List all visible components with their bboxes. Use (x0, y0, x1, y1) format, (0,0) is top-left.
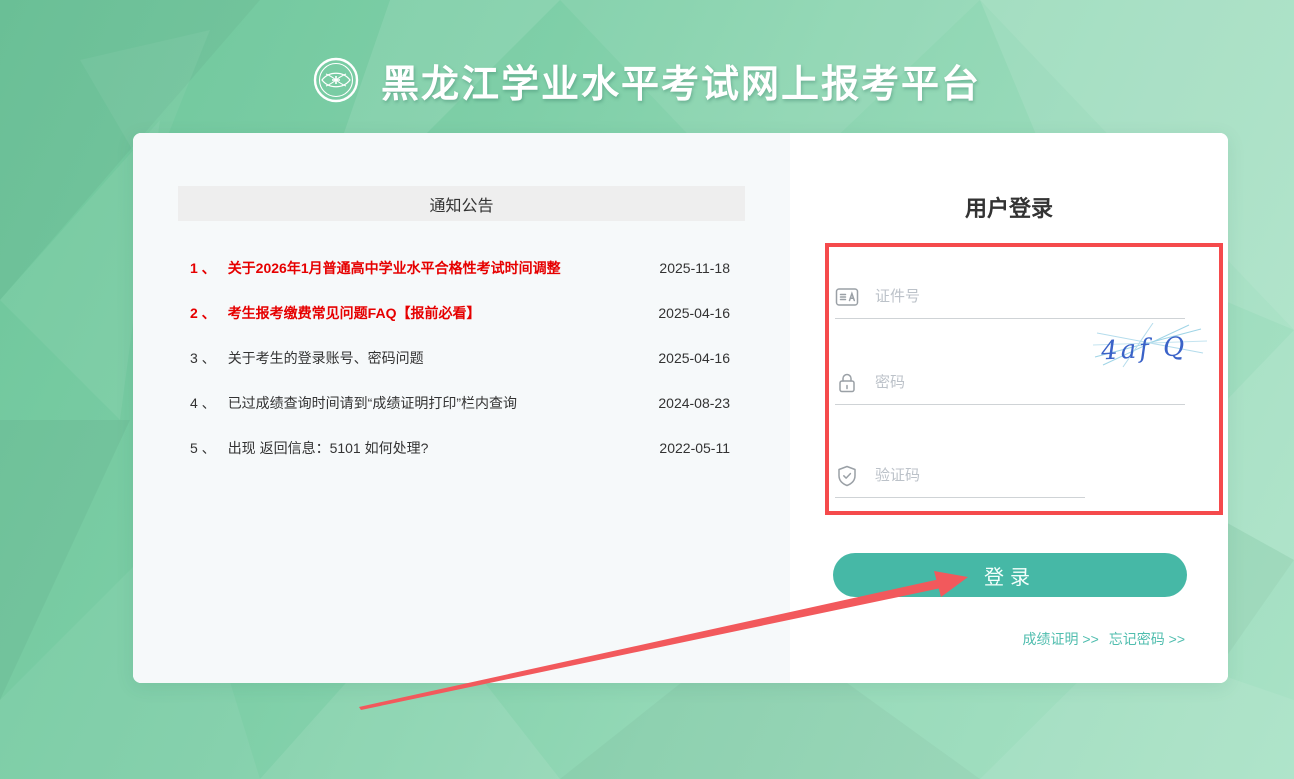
svg-text:4af Q: 4af Q (1099, 332, 1188, 367)
notice-link[interactable]: 已过成绩查询时间请到“成绩证明打印”栏内查询 (228, 393, 643, 413)
notice-date: 2025-04-16 (658, 350, 730, 366)
captcha-image[interactable]: 4af Q (1093, 323, 1207, 369)
login-title: 用户登录 (790, 191, 1228, 223)
notice-number: 1 、 (190, 258, 216, 278)
seal-emblem-icon (313, 57, 359, 103)
notice-link[interactable]: 出现 返回信息：5101 如何处理? (228, 438, 644, 458)
notice-date: 2022-05-11 (659, 440, 730, 456)
notice-row: 2 、 考生报考缴费常见问题FAQ【报前必看】 2025-04-16 (133, 290, 790, 335)
id-card-icon (835, 285, 859, 309)
login-panel: 用户登录 (790, 133, 1228, 683)
lock-icon (835, 371, 859, 395)
notice-number: 3 、 (190, 348, 216, 368)
certificate-field-row (835, 275, 1185, 319)
page-title: 黑龙江学业水平考试网上报考平台 (381, 53, 981, 108)
notice-link[interactable]: 关于考生的登录账号、密码问题 (228, 348, 643, 368)
notice-number: 5 、 (190, 438, 216, 458)
notice-panel: 通知公告 1 、 关于2026年1月普通高中学业水平合格性考试时间调整 2025… (133, 133, 790, 683)
input-underline (835, 318, 1185, 319)
notice-link[interactable]: 关于2026年1月普通高中学业水平合格性考试时间调整 (228, 258, 644, 278)
page-background: 黑龙江学业水平考试网上报考平台 通知公告 1 、 关于2026年1月普通高中学业… (0, 0, 1294, 779)
notice-date: 2024-08-23 (658, 395, 730, 411)
site-header: 黑龙江学业水平考试网上报考平台 (0, 54, 1294, 106)
forgot-password-link[interactable]: 忘记密码 >> (1109, 629, 1185, 649)
captcha-input[interactable] (875, 454, 1135, 496)
notice-row: 3 、 关于考生的登录账号、密码问题 2025-04-16 (133, 335, 790, 380)
captcha-field-row (835, 454, 1185, 498)
notice-list: 1 、 关于2026年1月普通高中学业水平合格性考试时间调整 2025-11-1… (133, 245, 790, 470)
notice-number: 4 、 (190, 393, 216, 413)
notice-row: 1 、 关于2026年1月普通高中学业水平合格性考试时间调整 2025-11-1… (133, 245, 790, 290)
shield-check-icon (835, 464, 859, 488)
notice-date: 2025-11-18 (659, 260, 730, 276)
login-links: 成绩证明 >> 忘记密码 >> (1023, 629, 1186, 649)
login-button[interactable]: 登录 (833, 553, 1187, 597)
notice-date: 2025-04-16 (658, 305, 730, 321)
input-underline (835, 404, 1185, 405)
notice-link[interactable]: 考生报考缴费常见问题FAQ【报前必看】 (228, 303, 643, 323)
notice-number: 2 、 (190, 303, 216, 323)
notice-row: 5 、 出现 返回信息：5101 如何处理? 2022-05-11 (133, 425, 790, 470)
certificate-input[interactable] (875, 275, 1135, 317)
score-certificate-link[interactable]: 成绩证明 >> (1023, 629, 1099, 649)
main-card: 通知公告 1 、 关于2026年1月普通高中学业水平合格性考试时间调整 2025… (133, 133, 1228, 683)
input-underline (835, 497, 1085, 498)
notice-row: 4 、 已过成绩查询时间请到“成绩证明打印”栏内查询 2024-08-23 (133, 380, 790, 425)
notice-header: 通知公告 (178, 186, 745, 221)
